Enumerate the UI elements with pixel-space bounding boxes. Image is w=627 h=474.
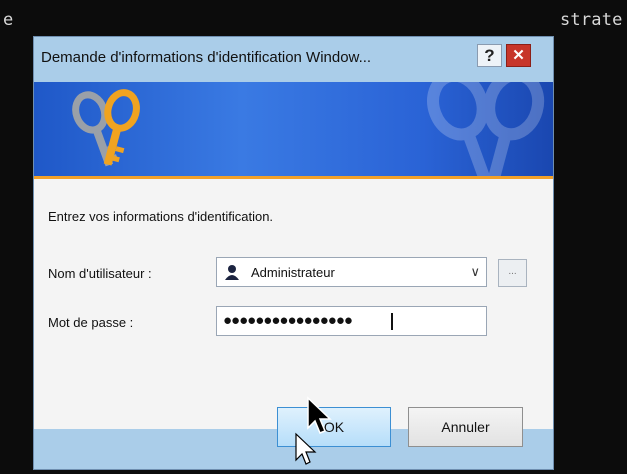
dialog-body: Entrez vos informations d'identification… [34,179,553,429]
banner [34,82,553,176]
browse-users-button[interactable]: ... [498,259,527,287]
console-background: e strate [0,8,627,32]
username-value: Administrateur [251,265,335,280]
console-text-right: strate [560,10,623,30]
chevron-down-icon[interactable]: ∨ [470,264,480,280]
title-bar[interactable]: Demande d'informations d'identification … [34,37,553,82]
prompt-text: Entrez vos informations d'identification… [48,209,274,224]
password-mask: ●●●●●●●●●●●●●●●● [223,312,353,329]
close-button[interactable]: ✕ [506,44,531,67]
credentials-dialog: Demande d'informations d'identification … [33,36,554,470]
user-avatar-icon [223,263,241,281]
help-button[interactable]: ? [477,44,502,67]
password-input[interactable]: ●●●●●●●●●●●●●●●● [216,306,487,336]
keys-watermark-icon [427,82,545,176]
console-text-left: e [3,10,14,30]
keys-icon [72,89,140,167]
cancel-button[interactable]: Annuler [408,407,523,447]
dialog-title: Demande d'informations d'identification … [41,49,372,66]
mouse-pointer-ghost-icon [295,432,317,465]
username-label: Nom d'utilisateur : [48,266,152,281]
text-caret [391,313,393,330]
username-combobox[interactable]: Administrateur ∨ [216,257,487,287]
password-label: Mot de passe : [48,315,134,330]
